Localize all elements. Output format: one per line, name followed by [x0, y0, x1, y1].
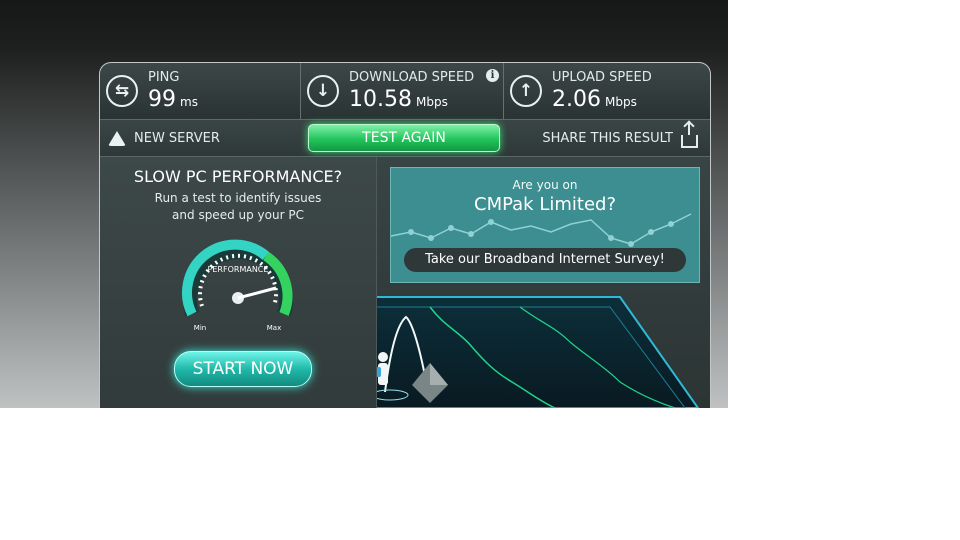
upload-arrow-icon: ↑: [510, 75, 542, 107]
server-icon: [108, 130, 126, 146]
ping-unit: ms: [180, 95, 198, 109]
share-label: SHARE THIS RESULT: [542, 130, 673, 146]
gauge-label: PERFORMANCE: [208, 265, 269, 274]
screenshot-frame: ⇆ PING 99 ms ↓ DOWNLOAD SPEED i 10.58 Mbps…: [0, 0, 728, 408]
download-label: DOWNLOAD SPEED: [349, 70, 475, 85]
new-server-button[interactable]: NEW SERVER: [108, 120, 220, 156]
download-unit: Mbps: [415, 95, 448, 109]
main-area: SLOW PC PERFORMANCE? Run a test to ident…: [100, 157, 710, 408]
survey-cta-button[interactable]: Take our Broadband Internet Survey!: [404, 248, 686, 272]
gauge-max-label: Max: [267, 324, 281, 332]
upload-unit: Mbps: [604, 95, 637, 109]
ping-value: 99 ms: [148, 87, 198, 112]
performance-gauge: PERFORMANCE Min Max: [181, 239, 293, 332]
survey-prefix: Are you on: [512, 178, 578, 192]
test-again-button[interactable]: TEST AGAIN: [308, 124, 500, 152]
action-bar: NEW SERVER TEST AGAIN SHARE THIS RESULT: [100, 120, 710, 157]
ping-label: PING: [148, 70, 180, 85]
ping-number: 99: [148, 87, 176, 112]
ping-arrows-icon: ⇆: [106, 75, 138, 107]
start-now-button[interactable]: START NOW: [174, 351, 312, 387]
survey-isp-name: CMPak Limited?: [474, 194, 616, 215]
download-value: 10.58 Mbps: [349, 87, 448, 112]
upload-number: 2.06: [552, 87, 601, 112]
promo-title: SLOW PC PERFORMANCE?: [133, 167, 343, 186]
download-stat: ↓ DOWNLOAD SPEED i 10.58 Mbps: [300, 63, 503, 119]
gauge-min-label: Min: [194, 324, 206, 332]
promo-description: Run a test to identify issues and speed …: [154, 191, 322, 222]
new-server-label: NEW SERVER: [134, 130, 220, 146]
pc-performance-promo: SLOW PC PERFORMANCE? Run a test to ident…: [100, 157, 377, 408]
download-number: 10.58: [349, 87, 412, 112]
info-icon[interactable]: i: [486, 69, 499, 82]
share-result-button[interactable]: SHARE THIS RESULT: [542, 120, 698, 156]
speedtest-panel: ⇆ PING 99 ms ↓ DOWNLOAD SPEED i 10.58 Mbps…: [99, 62, 711, 408]
upload-value: 2.06 Mbps: [552, 87, 637, 112]
share-icon: [681, 122, 698, 148]
ping-stat: ⇆ PING 99 ms: [100, 63, 299, 119]
upload-label: UPLOAD SPEED: [552, 70, 652, 85]
download-arrow-icon: ↓: [307, 75, 339, 107]
results-bar: ⇆ PING 99 ms ↓ DOWNLOAD SPEED i 10.58 Mbps…: [100, 63, 710, 120]
gauge-needle: [237, 286, 277, 300]
upload-stat: ↑ UPLOAD SPEED 2.06 Mbps: [503, 63, 711, 119]
isp-survey-banner[interactable]: Are you on CMPak Limited? Take our Broad…: [390, 167, 700, 283]
